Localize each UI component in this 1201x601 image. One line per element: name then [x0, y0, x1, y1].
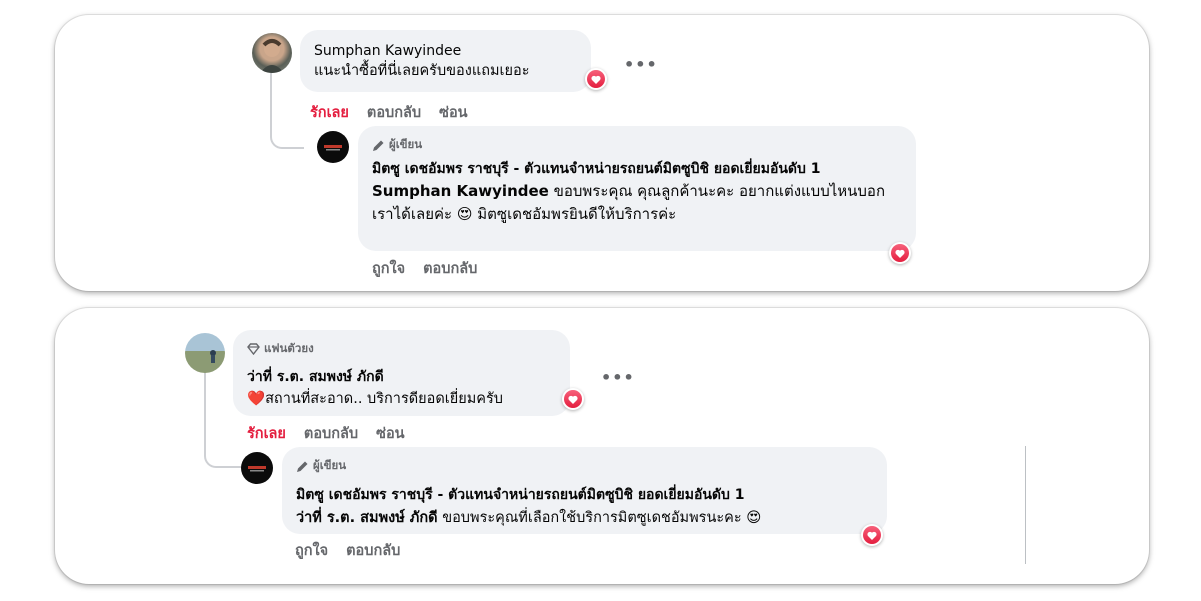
- thread-line: [204, 372, 206, 452]
- comment-bubble: แฟนตัวยง ว่าที่ ร.ต. สมพงษ์ ภักดี ❤️สถาน…: [233, 330, 570, 416]
- heart-reaction-icon[interactable]: [861, 524, 883, 546]
- reply-actions: ถูกใจ ตอบกลับ: [372, 257, 477, 280]
- divider: [1025, 446, 1026, 564]
- author-badge-label: ผู้เขียน: [389, 137, 423, 151]
- reply-text: ว่าที่ ร.ต. สมพงษ์ ภักดี ขอบพระคุณที่เลื…: [296, 508, 873, 529]
- reply-button[interactable]: ตอบกลับ: [346, 539, 400, 562]
- reply-button[interactable]: ตอบกลับ: [367, 101, 421, 124]
- reply-button[interactable]: ตอบกลับ: [304, 422, 358, 445]
- comment-actions: รักเลย ตอบกลับ ซ่อน: [247, 422, 405, 445]
- fan-badge-label: แฟนตัวยง: [264, 341, 314, 355]
- comment-text: แนะนำซื้อที่นี่เลยครับของแถมเยอะ: [314, 63, 530, 79]
- comment-text: ❤️สถานที่สะอาด.. บริการดียอดเยี่ยมครับ: [247, 389, 556, 410]
- comment-author[interactable]: ว่าที่ ร.ต. สมพงษ์ ภักดี: [247, 366, 556, 388]
- reply-actions: ถูกใจ ตอบกลับ: [295, 539, 400, 562]
- pencil-icon: [373, 140, 384, 151]
- heart-reaction-icon[interactable]: [562, 388, 584, 410]
- reply-author[interactable]: มิตซู เดชอัมพร ราชบุรี - ตัวแทนจำหน่ายรถ…: [372, 161, 902, 178]
- like-button[interactable]: ถูกใจ: [295, 539, 328, 562]
- avatar[interactable]: [252, 33, 292, 73]
- reply-author[interactable]: มิตซู เดชอัมพร ราชบุรี - ตัวแทนจำหน่ายรถ…: [296, 484, 873, 506]
- heart-emoji: ❤️: [247, 391, 266, 407]
- author-badge: ผู้เขียน: [296, 457, 873, 475]
- reply-bubble: ผู้เขียน มิตซู เดชอัมพร ราชบุรี - ตัวแทน…: [358, 126, 916, 251]
- diamond-icon: [247, 343, 260, 355]
- hide-button[interactable]: ซ่อน: [439, 101, 467, 124]
- more-options-icon[interactable]: •••: [624, 55, 658, 74]
- comment-author[interactable]: Sumphan Kawyindee: [314, 43, 577, 59]
- thread-connector: [204, 442, 242, 468]
- reply-bubble: ผู้เขียน มิตซู เดชอัมพร ราชบุรี - ตัวแทน…: [282, 447, 887, 534]
- comment-card-2: แฟนตัวยง ว่าที่ ร.ต. สมพงษ์ ภักดี ❤️สถาน…: [55, 308, 1149, 584]
- thread-connector: [270, 125, 304, 149]
- comment-bubble: Sumphan Kawyindee แนะนำซื้อที่นี่เลยครับ…: [300, 30, 591, 92]
- comment-actions: รักเลย ตอบกลับ ซ่อน: [310, 101, 468, 124]
- heart-reaction-icon[interactable]: [585, 68, 607, 90]
- heart-eyes-emoji: 😍: [746, 510, 762, 526]
- love-button[interactable]: รักเลย: [247, 422, 286, 445]
- comment-text-part: สถานที่สะอาด.. บริการดียอดเยี่ยมครับ: [265, 391, 503, 407]
- heart-eyes-emoji: 😍: [456, 205, 473, 223]
- fan-badge: แฟนตัวยง: [247, 340, 556, 358]
- mention[interactable]: ว่าที่ ร.ต. สมพงษ์ ภักดี: [296, 510, 438, 526]
- hide-button[interactable]: ซ่อน: [376, 422, 404, 445]
- page-avatar[interactable]: [317, 131, 349, 163]
- more-options-icon[interactable]: •••: [601, 368, 635, 387]
- mention[interactable]: Sumphan Kawyindee: [372, 182, 549, 200]
- author-badge-label: ผู้เขียน: [313, 458, 347, 472]
- comment-card-1: Sumphan Kawyindee แนะนำซื้อที่นี่เลยครับ…: [55, 15, 1149, 291]
- author-badge: ผู้เขียน: [372, 136, 902, 154]
- heart-reaction-icon[interactable]: [889, 242, 911, 264]
- avatar[interactable]: [185, 333, 225, 373]
- reply-text-part: มิตซูเดชอัมพรยินดีให้บริการค่ะ: [477, 205, 677, 223]
- love-button[interactable]: รักเลย: [310, 101, 349, 124]
- reply-text: Sumphan Kawyindee ขอบพระคุณ คุณลูกค้านะค…: [372, 180, 902, 226]
- page-avatar[interactable]: [241, 452, 273, 484]
- reply-button[interactable]: ตอบกลับ: [423, 257, 477, 280]
- pencil-icon: [297, 461, 308, 472]
- like-button[interactable]: ถูกใจ: [372, 257, 405, 280]
- reply-text-part: ขอบพระคุณที่เลือกใช้บริการมิตซูเดชอัมพรน…: [442, 510, 742, 526]
